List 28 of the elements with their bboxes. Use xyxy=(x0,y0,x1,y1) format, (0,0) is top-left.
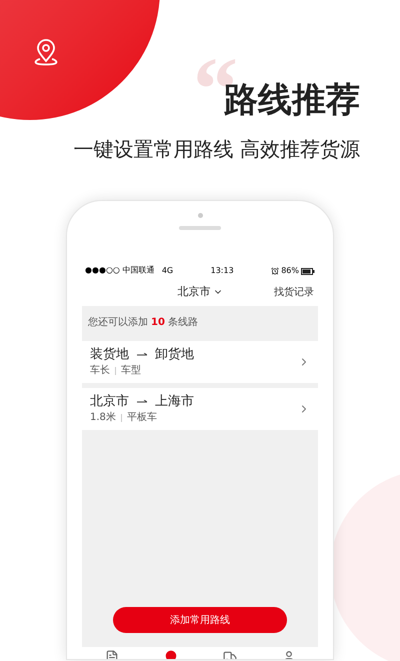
route-arrow-icon xyxy=(137,353,147,357)
vehicle-tag: 车型 xyxy=(121,365,141,377)
alarm-icon xyxy=(271,267,280,275)
route-origin: 北京市 xyxy=(90,394,129,410)
route-row[interactable]: 北京市 上海市 1.8米 平板车 xyxy=(82,388,318,430)
quota-text: 您还可以添加 xyxy=(88,316,148,330)
clock-label: 13:13 xyxy=(210,265,234,277)
quota-count: 10 xyxy=(151,316,165,330)
carrier-label: ●●●○○ 中国联通 xyxy=(85,266,154,276)
quota-text: 条线路 xyxy=(168,316,198,330)
location-pin-icon xyxy=(33,38,59,68)
vehicle-tag: 平板车 xyxy=(126,412,157,424)
battery-label: 86% xyxy=(281,265,299,277)
vehicle-tag: 1.8米 xyxy=(90,412,116,424)
vehicle-tag: 车长 xyxy=(90,365,110,377)
route-row[interactable]: 装货地 卸货地 车长 车型 xyxy=(82,341,318,383)
headline-subtitle: 一键设置常用路线 高效推荐货源 xyxy=(74,136,360,162)
network-label: 4G xyxy=(162,265,174,277)
route-arrow-icon xyxy=(137,400,147,404)
phone-speaker xyxy=(179,226,221,230)
city-selector[interactable]: 北京市 xyxy=(178,284,222,300)
history-link[interactable]: 找货记录 xyxy=(274,284,314,300)
add-route-button[interactable]: 添加常用路线 xyxy=(113,607,287,633)
route-origin: 装货地 xyxy=(90,347,129,363)
route-destination: 卸货地 xyxy=(155,347,194,363)
phone-camera xyxy=(198,213,202,218)
battery-icon xyxy=(300,268,315,274)
route-destination: 上海市 xyxy=(155,394,194,410)
